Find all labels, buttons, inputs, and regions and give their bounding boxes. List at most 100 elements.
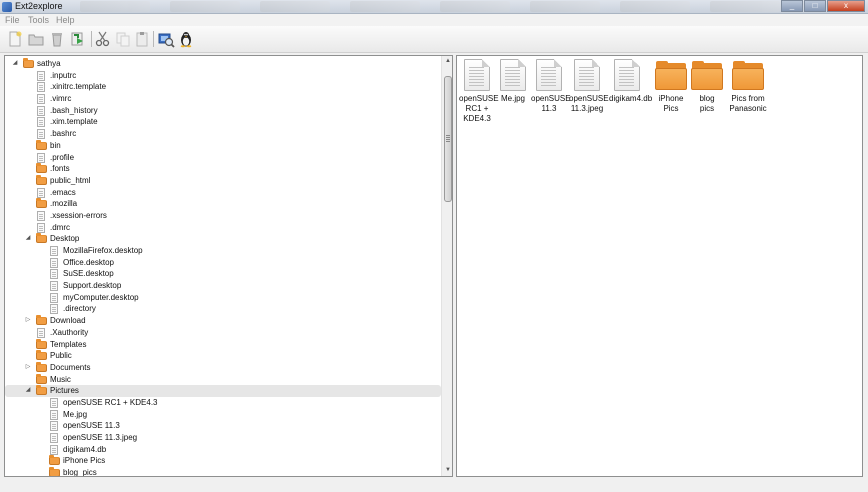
tree-file-row[interactable]: .xim.template xyxy=(5,116,441,128)
tree-file-row[interactable]: .bashrc xyxy=(5,128,441,140)
file-icon xyxy=(50,397,58,408)
tree-file-row[interactable]: .bash_history xyxy=(5,105,441,117)
tree-file-row[interactable]: .profile xyxy=(5,152,441,164)
cut-icon[interactable] xyxy=(94,30,112,48)
tree-folder-row[interactable]: ◢ Pictures xyxy=(5,385,441,397)
folder-tree[interactable]: ◢ sathya .inputrc .xinitrc.template .vimrc .b… xyxy=(5,56,441,476)
folder-tile[interactable]: Pics from Panasonic xyxy=(727,59,769,114)
tree-folder-row[interactable]: .mozilla xyxy=(5,198,441,210)
file-icon xyxy=(37,210,45,221)
tree-folder-row[interactable]: Templates xyxy=(5,338,441,351)
tree-folder-row[interactable]: blog_pics xyxy=(5,467,441,476)
file-tile[interactable]: openSUSE 11.3.jpeg xyxy=(569,59,609,114)
tree-file-row[interactable]: openSUSE 11.3.jpeg xyxy=(5,432,441,444)
folder-icon xyxy=(36,350,47,361)
tree-folder-row[interactable]: .fonts xyxy=(5,163,441,175)
file-tile[interactable]: digikam4.db xyxy=(609,59,652,104)
file-icon xyxy=(50,433,58,443)
minimize-button[interactable]: _ xyxy=(781,0,803,12)
linux-tux-icon[interactable] xyxy=(177,30,195,48)
file-tile[interactable]: Me.jpg xyxy=(495,59,531,104)
window-title: Ext2explore xyxy=(15,1,63,11)
folder-icon xyxy=(36,163,47,174)
refresh-icon[interactable] xyxy=(69,30,87,48)
folder-icon xyxy=(655,61,687,91)
folder-icon xyxy=(691,61,723,91)
tree-file-row[interactable]: Office.desktop xyxy=(5,257,441,269)
new-file-icon[interactable] xyxy=(6,30,24,48)
tree-folder-row[interactable]: bin xyxy=(5,139,441,152)
tree-file-row[interactable]: .inputrc xyxy=(5,70,441,82)
disk-scan-icon[interactable] xyxy=(157,30,175,48)
folder-icon xyxy=(36,373,47,384)
tree-file-row[interactable]: digikam4.db xyxy=(5,444,441,456)
file-icon xyxy=(37,70,45,81)
scroll-up-arrow[interactable]: ▲ xyxy=(442,56,452,67)
file-tile[interactable]: openSUSE RC1 + KDE4.3 xyxy=(459,59,499,124)
tile-label-line: openSUSE xyxy=(459,94,499,103)
folder-tile[interactable]: iPhone Pics xyxy=(653,59,689,114)
document-icon xyxy=(614,59,640,91)
menu-tools[interactable]: Tools xyxy=(28,14,49,26)
tree-file-row[interactable]: .Xauthority xyxy=(5,327,441,339)
tile-label: blog pics xyxy=(689,94,725,114)
expanded-arrow-icon[interactable]: ◢ xyxy=(24,233,32,245)
scroll-thumb[interactable] xyxy=(444,76,452,202)
copy-icon[interactable] xyxy=(114,30,132,48)
tile-label: digikam4.db xyxy=(609,94,652,104)
tree-folder-row[interactable]: Public xyxy=(5,350,441,362)
tree-folder-row[interactable]: public_html xyxy=(5,174,441,187)
file-tile[interactable]: openSUSE 11.3 xyxy=(531,59,571,114)
tile-label: openSUSE 11.3.jpeg xyxy=(569,94,609,114)
open-folder-icon[interactable] xyxy=(27,30,45,48)
file-icon xyxy=(50,444,58,455)
tile-label-line: blog xyxy=(699,94,715,103)
menu-file[interactable]: File xyxy=(5,14,20,26)
tree-file-row[interactable]: myComputer.desktop xyxy=(5,292,441,304)
tree-folder-row[interactable]: ◢ Desktop xyxy=(5,233,441,245)
collapsed-arrow-icon[interactable]: ▷ xyxy=(24,362,32,374)
tile-label-line: openSUSE xyxy=(531,94,571,103)
scroll-down-arrow[interactable]: ▼ xyxy=(442,465,452,476)
file-icon xyxy=(37,222,45,233)
tree-file-row[interactable]: .dmrc xyxy=(5,222,441,234)
toolbar xyxy=(0,26,868,53)
tree-item-label: .emacs xyxy=(50,187,76,197)
tree-scrollbar[interactable]: ▲ ▼ xyxy=(441,56,452,476)
paste-icon[interactable] xyxy=(133,30,151,48)
tree-file-row[interactable]: .xinitrc.template xyxy=(5,81,441,93)
tree-file-row[interactable]: .xsession-errors xyxy=(5,210,441,222)
folder-icon xyxy=(36,139,47,150)
file-icon xyxy=(50,281,58,292)
tree-folder-row[interactable]: ▷ Download xyxy=(5,315,441,327)
file-icon xyxy=(37,129,45,140)
delete-icon[interactable] xyxy=(48,30,66,48)
maximize-button[interactable]: □ xyxy=(804,0,826,12)
tree-file-row[interactable]: .directory xyxy=(5,303,441,315)
file-icon xyxy=(50,421,58,432)
tree-file-row[interactable]: .emacs xyxy=(5,187,441,199)
tree-file-row[interactable]: Me.jpg xyxy=(5,409,441,421)
tree-folder-row[interactable]: ▷ Documents xyxy=(5,361,441,374)
folder-tile[interactable]: blog pics xyxy=(689,59,725,114)
expanded-arrow-icon[interactable]: ◢ xyxy=(24,385,32,397)
file-icon xyxy=(50,304,58,315)
tile-label-line: pics xyxy=(699,104,715,113)
collapsed-arrow-icon[interactable]: ▷ xyxy=(24,315,32,327)
tree-folder-row[interactable]: ◢ sathya xyxy=(5,58,441,70)
tree-item-label: .profile xyxy=(50,152,75,162)
tree-file-row[interactable]: SuSE.desktop xyxy=(5,268,441,280)
expanded-arrow-icon[interactable]: ◢ xyxy=(11,58,19,70)
tree-item-label: Support.desktop xyxy=(63,281,122,291)
tree-folder-row[interactable]: iPhone Pics xyxy=(5,455,441,467)
tree-file-row[interactable]: openSUSE RC1 + KDE4.3 xyxy=(5,397,441,409)
tree-file-row[interactable]: Support.desktop xyxy=(5,280,441,292)
tree-file-row[interactable]: .vimrc xyxy=(5,93,441,105)
tree-item-label: MozillaFirefox.desktop xyxy=(63,246,143,255)
tree-file-row[interactable]: openSUSE 11.3 xyxy=(5,420,441,432)
tree-file-row[interactable]: MozillaFirefox.desktop xyxy=(5,245,441,257)
tree-folder-row[interactable]: Music xyxy=(5,373,441,386)
close-button[interactable]: x xyxy=(827,0,865,12)
menu-help[interactable]: Help xyxy=(56,14,75,26)
file-view-pane: openSUSE RC1 + KDE4.3 Me.jpg openSUSE 11.3 ope… xyxy=(456,55,863,477)
